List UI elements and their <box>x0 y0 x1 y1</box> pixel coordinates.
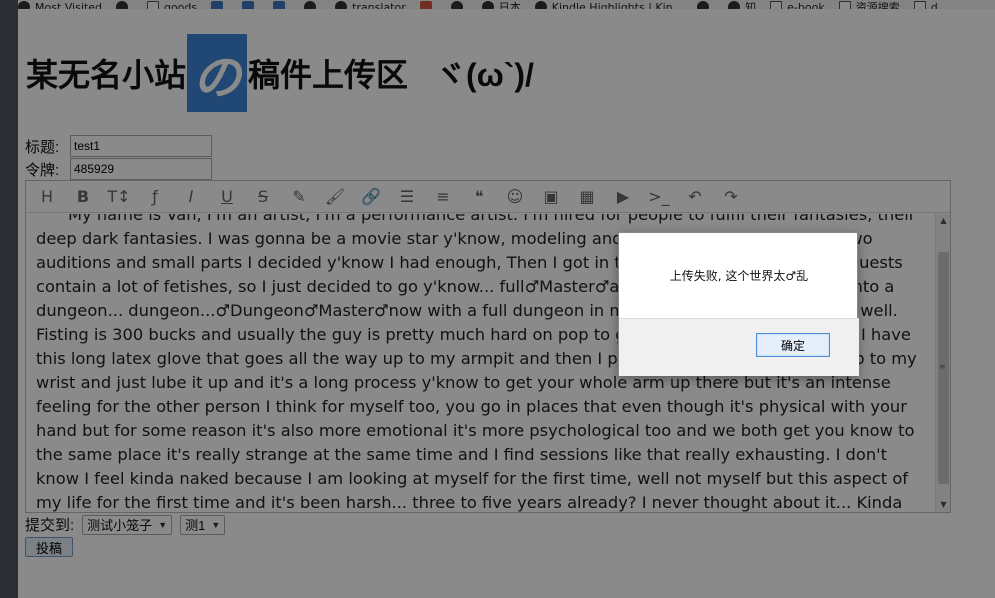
ok-button[interactable]: 确定 <box>756 333 830 357</box>
alert-message: 上传失败, 这个世界太♂乱 <box>669 269 809 283</box>
window-edge <box>0 0 18 598</box>
alert-footer: 确定 <box>619 318 859 376</box>
alert-dialog: 上传失败, 这个世界太♂乱 确定 <box>618 232 859 376</box>
